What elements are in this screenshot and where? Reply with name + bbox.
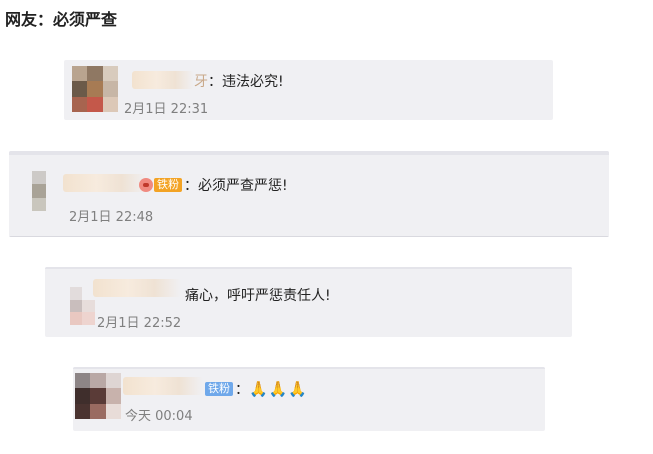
username-blurred[interactable] bbox=[132, 71, 194, 89]
comment-line: 痛心，呼吁严惩责任人! bbox=[185, 285, 331, 305]
separator: ： bbox=[235, 382, 249, 398]
comment-text: 违法必究! bbox=[222, 74, 284, 90]
comment-time: 2月1日 22:48 bbox=[69, 210, 154, 225]
comment-time: 今天 00:04 bbox=[125, 409, 193, 424]
separator: ： bbox=[208, 74, 222, 90]
divider bbox=[45, 267, 572, 269]
comment-line: 铁粉 ： 🙏🙏🙏 bbox=[205, 379, 308, 399]
comment-card: 痛心，呼吁严惩责任人! 2月1日 22:52 bbox=[45, 267, 572, 337]
comment-time: 2月1日 22:52 bbox=[97, 316, 182, 331]
fan-badge[interactable]: 铁粉 bbox=[154, 178, 182, 192]
divider bbox=[9, 236, 609, 237]
avatar[interactable] bbox=[75, 373, 121, 419]
divider bbox=[9, 151, 609, 155]
avatar[interactable] bbox=[19, 171, 59, 211]
username-tail[interactable]: 牙 bbox=[194, 71, 208, 91]
pig-icon bbox=[139, 178, 153, 192]
comment-card: 铁粉 ： 必须严查严惩! 2月1日 22:48 bbox=[9, 151, 609, 237]
fan-badge[interactable]: 铁粉 bbox=[205, 382, 233, 396]
username-blurred[interactable] bbox=[63, 174, 147, 192]
page-title: 网友：必须严查 bbox=[5, 10, 118, 29]
comment-card: 牙 ： 违法必究! 2月1日 22:31 bbox=[64, 60, 553, 120]
username-blurred[interactable] bbox=[123, 377, 203, 395]
separator: ： bbox=[184, 178, 198, 194]
pray-emoji-icon: 🙏🙏🙏 bbox=[249, 380, 309, 398]
comment-line: 铁粉 ： 必须严查严惩! bbox=[139, 175, 288, 195]
comment-text: 痛心，呼吁严惩责任人! bbox=[185, 288, 331, 304]
avatar[interactable] bbox=[57, 287, 95, 325]
username-blurred[interactable] bbox=[93, 279, 181, 297]
comment-time: 2月1日 22:31 bbox=[124, 102, 209, 117]
comment-line: 牙 ： 违法必究! bbox=[194, 71, 284, 91]
avatar[interactable] bbox=[72, 66, 118, 112]
comment-card: 铁粉 ： 🙏🙏🙏 今天 00:04 bbox=[73, 367, 545, 431]
comment-text: 必须严查严惩! bbox=[198, 178, 288, 194]
divider bbox=[73, 367, 545, 369]
